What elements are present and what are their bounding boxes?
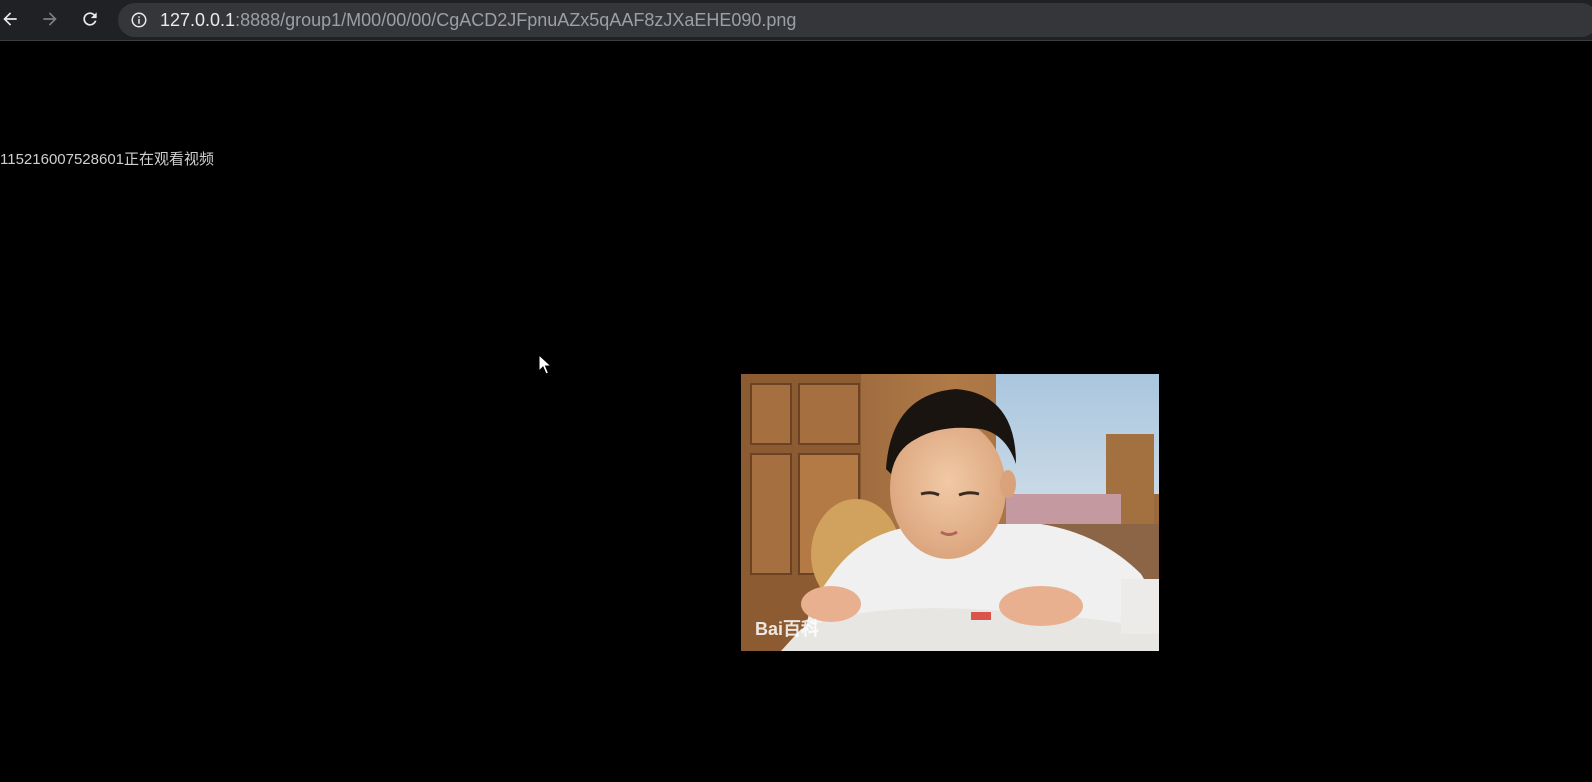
video-frame-image[interactable]: Bai百科 <box>741 374 1159 651</box>
forward-button[interactable] <box>36 5 64 33</box>
back-button[interactable] <box>0 5 24 33</box>
arrow-left-icon <box>3 12 17 26</box>
reload-button[interactable] <box>76 5 104 33</box>
info-icon[interactable] <box>130 11 148 29</box>
baidu-baike-watermark: Bai百科 <box>755 619 820 639</box>
mouse-pointer-icon <box>538 354 552 375</box>
url-path: :8888/group1/M00/00/00/CgACD2JFpnuAZx5qA… <box>235 10 797 30</box>
url-host: 127.0.0.1 <box>160 10 236 30</box>
browser-toolbar: 127.0.0.1:8888/group1/M00/00/00/CgACD2JF… <box>0 0 1592 41</box>
url-text[interactable]: 127.0.0.1:8888/group1/M00/00/00/CgACD2JF… <box>160 10 796 30</box>
reload-icon <box>83 12 97 26</box>
address-bar[interactable]: 127.0.0.1:8888/group1/M00/00/00/CgACD2JF… <box>118 3 1592 37</box>
child-reading-picture <box>741 374 1159 651</box>
arrow-right-icon <box>43 12 57 26</box>
viewer-watermark-text: 115216007528601正在观看视频 <box>0 151 215 168</box>
